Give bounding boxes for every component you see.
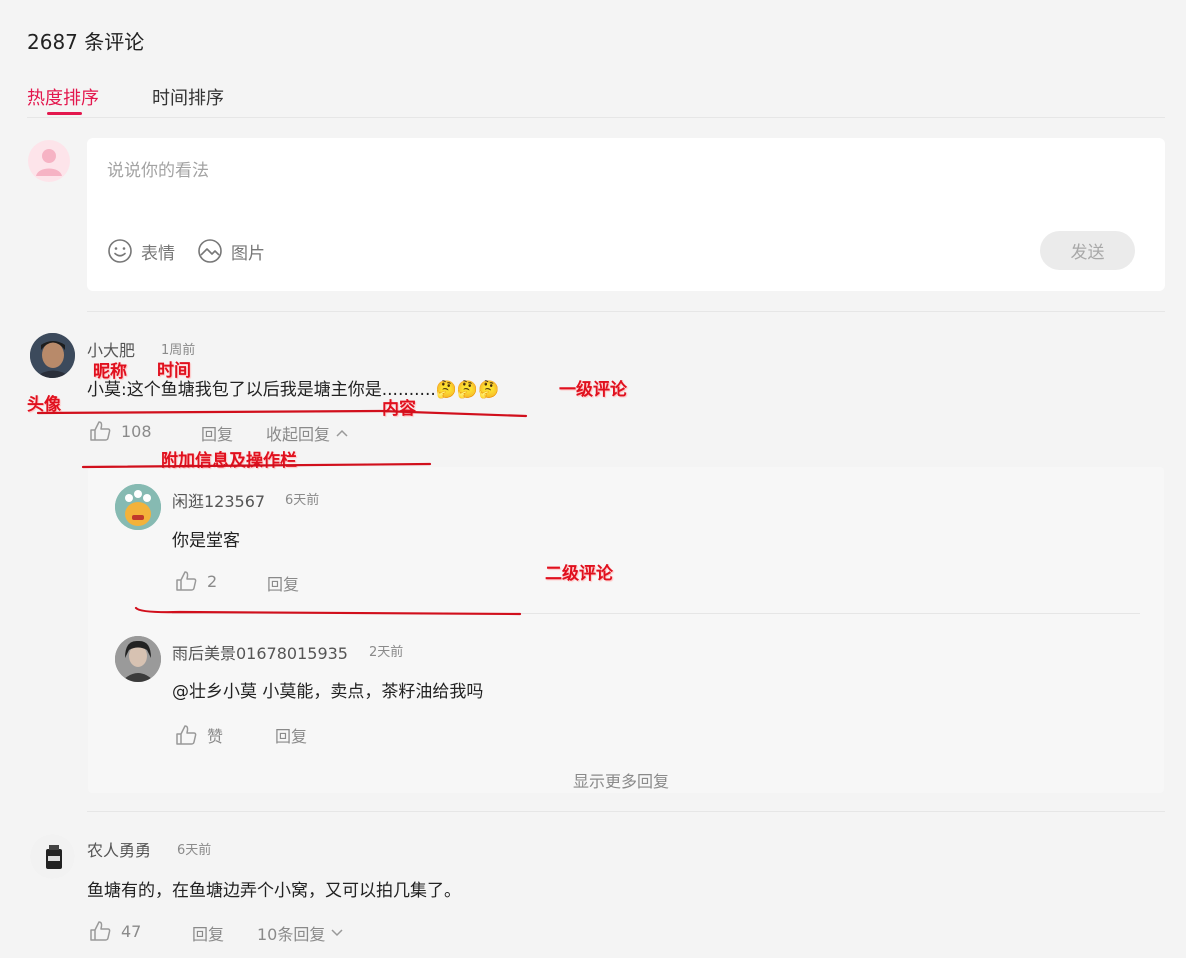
- annotation-underlines: [36, 409, 528, 616]
